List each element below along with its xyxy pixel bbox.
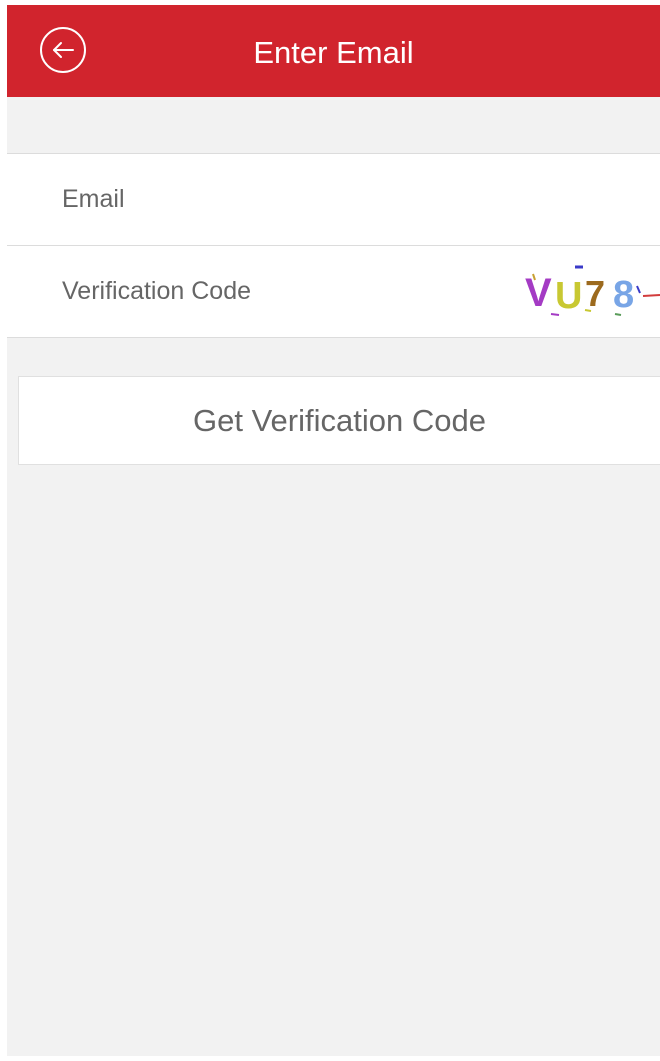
page-title: Enter Email: [253, 35, 414, 70]
captcha-char-1: V: [525, 271, 552, 315]
screen: Enter Email V U 7 8 Get Ve: [7, 5, 660, 1056]
email-form: V U 7 8: [7, 153, 660, 338]
captcha-char-3: 7: [585, 273, 605, 314]
get-verification-code-button[interactable]: Get Verification Code: [18, 376, 660, 465]
email-row: [7, 154, 660, 245]
header-bar: Enter Email: [7, 5, 660, 97]
captcha-char-2: U: [555, 275, 582, 317]
captcha-image[interactable]: V U 7 8: [515, 262, 660, 324]
email-field[interactable]: [7, 154, 660, 245]
verification-code-row: V U 7 8: [7, 245, 660, 337]
captcha-char-4: 8: [613, 274, 634, 316]
